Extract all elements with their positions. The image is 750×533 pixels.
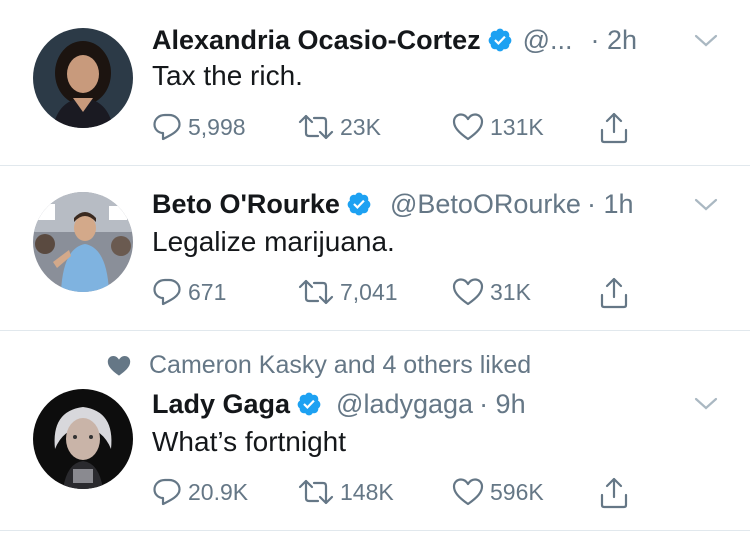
retweet-icon <box>298 279 334 305</box>
reply-icon <box>153 478 181 506</box>
author-handle[interactable]: @ladygaga <box>336 389 473 420</box>
author-handle[interactable]: @... <box>523 25 573 56</box>
like-button[interactable]: 596K <box>452 477 544 507</box>
share-button[interactable] <box>599 477 635 509</box>
retweet-button[interactable]: 23K <box>298 112 381 142</box>
tweet-timestamp[interactable]: · 9h <box>479 389 526 420</box>
share-icon <box>600 477 628 509</box>
like-icon <box>452 278 484 306</box>
retweet-button[interactable]: 148K <box>298 477 394 507</box>
chevron-down-icon[interactable] <box>694 397 718 411</box>
tweet-text: Tax the rich. <box>152 60 303 91</box>
tweet-header: Lady Gaga @ladygaga · 9h <box>152 386 526 422</box>
chevron-down-icon[interactable] <box>694 198 718 212</box>
reply-button[interactable]: 671 <box>152 277 226 307</box>
retweet-count: 148K <box>340 478 394 505</box>
author-name[interactable]: Beto O'Rourke <box>152 189 340 220</box>
retweet-count: 23K <box>340 113 381 140</box>
reply-button[interactable]: 20.9K <box>152 477 248 507</box>
tweet-card[interactable]: Alexandria Ocasio-Cortez @... · 2h Tax t… <box>0 0 750 165</box>
reply-icon <box>153 278 181 306</box>
like-count: 131K <box>490 113 544 140</box>
retweet-count: 7,041 <box>340 278 398 305</box>
retweet-icon <box>298 479 334 505</box>
author-name[interactable]: Alexandria Ocasio-Cortez <box>152 25 481 56</box>
like-count: 596K <box>490 478 544 505</box>
retweet-button[interactable]: 7,041 <box>298 277 398 307</box>
avatar[interactable] <box>33 28 133 128</box>
reply-icon <box>153 113 181 141</box>
tweet-actions: 20.9K 148K 596K <box>152 477 652 511</box>
verified-badge-icon <box>297 392 321 416</box>
share-icon <box>600 112 628 144</box>
share-button[interactable] <box>599 112 635 144</box>
verified-badge-icon <box>488 28 511 52</box>
tweet-header: Beto O'Rourke @BetoORourke · 1h <box>152 186 633 222</box>
tweet-header: Alexandria Ocasio-Cortez @... · 2h <box>152 22 637 58</box>
share-icon <box>600 277 628 309</box>
tweet-text: What’s fortnight <box>152 426 347 457</box>
author-handle[interactable]: @BetoORourke <box>390 189 581 220</box>
like-count: 31K <box>490 278 531 305</box>
author-name[interactable]: Lady Gaga <box>152 389 290 420</box>
verified-badge-icon <box>347 192 371 216</box>
tweet-actions: 5,998 23K 131K <box>152 112 652 146</box>
tweet-card[interactable]: Beto O'Rourke @BetoORourke · 1h Legalize… <box>0 166 750 330</box>
share-button[interactable] <box>599 277 635 309</box>
retweet-icon <box>298 114 334 140</box>
like-icon <box>452 478 484 506</box>
divider <box>0 530 750 531</box>
tweet-actions: 671 7,041 31K <box>152 277 652 311</box>
reply-count: 5,998 <box>188 113 246 140</box>
tweet-card[interactable]: Lady Gaga @ladygaga · 9h What’s fortnigh… <box>0 331 750 533</box>
tweet-timestamp[interactable]: · 2h <box>591 25 638 56</box>
reply-count: 671 <box>188 278 227 305</box>
avatar[interactable] <box>33 389 133 489</box>
reply-count: 20.9K <box>188 478 249 505</box>
like-icon <box>452 113 484 141</box>
like-button[interactable]: 131K <box>452 112 544 142</box>
tweet-timestamp[interactable]: · 1h <box>587 189 634 220</box>
tweet-text: Legalize marijuana. <box>152 226 395 257</box>
chevron-down-icon[interactable] <box>694 34 718 48</box>
like-button[interactable]: 31K <box>452 277 531 307</box>
avatar[interactable] <box>33 192 133 292</box>
reply-button[interactable]: 5,998 <box>152 112 246 142</box>
